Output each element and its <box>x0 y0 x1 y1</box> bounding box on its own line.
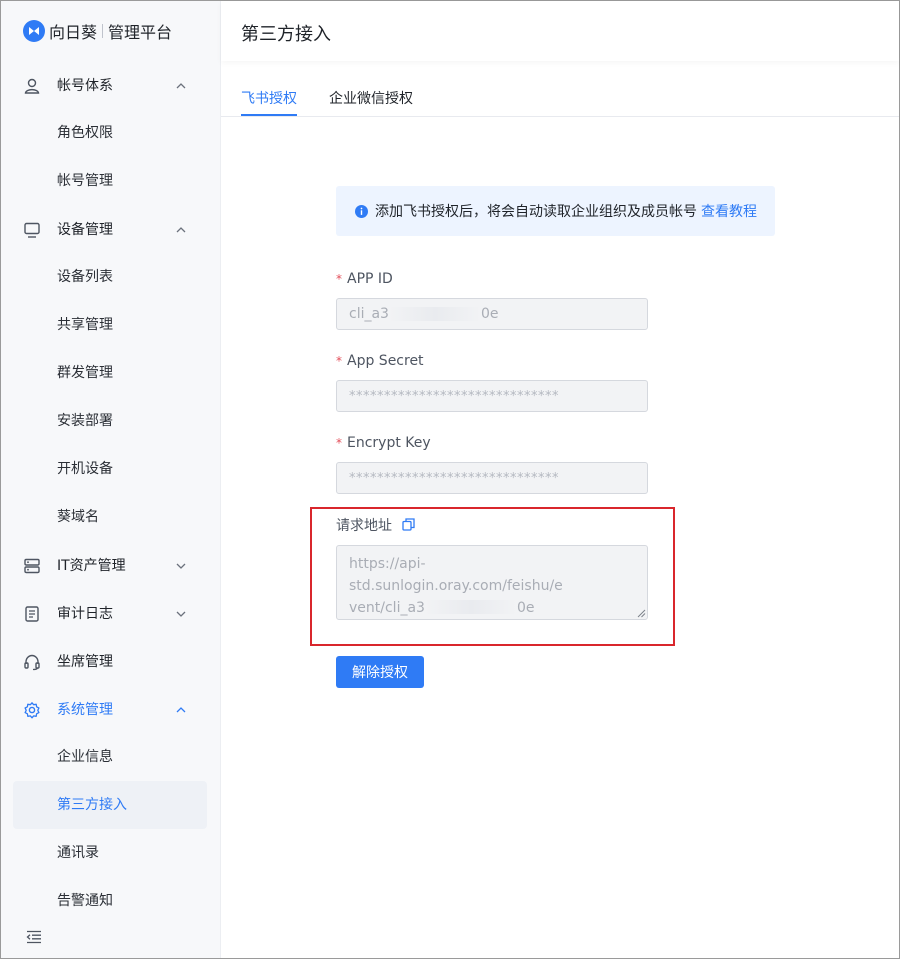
sidebar-item-label: 第三方接入 <box>57 797 127 813</box>
request-url-line-2-suffix: 0e <box>516 600 535 616</box>
sidebar-item-third-party[interactable]: 第三方接入 <box>13 781 207 829</box>
sidebar-item-label: 角色权限 <box>57 125 113 141</box>
sidebar-group-label: 帐号体系 <box>57 78 113 94</box>
sidebar-item-role-permissions[interactable]: 角色权限 <box>1 113 221 153</box>
user-icon <box>24 78 40 94</box>
sidebar-group-audit[interactable]: 审计日志 <box>1 594 221 634</box>
page-header: 第三方接入 <box>221 1 899 61</box>
tab-wecom[interactable]: 企业微信授权 <box>329 88 413 108</box>
request-url-line-2-prefix: vent/cli_a3 <box>349 600 425 616</box>
sidebar-group-label: 坐席管理 <box>57 654 113 670</box>
sidebar-item-boot-devices[interactable]: 开机设备 <box>1 449 221 489</box>
required-mark: * <box>336 272 342 286</box>
main-content: 第三方接入 飞书授权 企业微信授权 添加飞书授权后，将会自动读取企业组织及成员帐… <box>221 1 899 958</box>
view-tutorial-link[interactable]: 查看教程 <box>701 201 757 221</box>
sidebar: 向日葵 管理平台 帐号体系 角色权限 帐号管理 设备管理 设备列表 共享管理 群… <box>1 1 221 958</box>
app-id-value-prefix: cli_a3 <box>349 306 389 322</box>
document-icon <box>25 606 39 622</box>
info-icon <box>355 204 368 218</box>
tab-bar: 飞书授权 企业微信授权 <box>221 76 899 117</box>
sidebar-item-broadcast-management[interactable]: 群发管理 <box>1 353 221 393</box>
sidebar-item-label: 告警通知 <box>57 893 113 909</box>
sidebar-item-label: 开机设备 <box>57 461 113 477</box>
monitor-icon <box>24 222 40 238</box>
sidebar-item-alert-notification[interactable]: 告警通知 <box>1 881 221 921</box>
app-secret-field[interactable]: ****************************** <box>336 380 648 412</box>
sidebar-item-account-management[interactable]: 帐号管理 <box>1 161 221 201</box>
request-url-line-1: https://api-std.sunlogin.oray.com/feishu… <box>349 556 563 594</box>
copy-icon[interactable] <box>402 518 416 531</box>
sidebar-item-contacts[interactable]: 通讯录 <box>1 833 221 873</box>
sidebar-item-label: 通讯录 <box>57 845 99 861</box>
request-url-line-2: vent/cli_a3 0e <box>349 597 635 619</box>
revoke-authorization-button[interactable]: 解除授权 <box>336 656 424 688</box>
sunflower-logo-icon <box>23 20 45 42</box>
encrypt-key-field[interactable]: ****************************** <box>336 462 648 494</box>
chevron-up-icon <box>176 707 186 713</box>
chevron-up-icon <box>176 83 186 89</box>
headset-icon <box>24 654 40 671</box>
sidebar-group-system[interactable]: 系统管理 <box>1 690 221 730</box>
sidebar-item-label: 帐号管理 <box>57 173 113 189</box>
sidebar-group-device[interactable]: 设备管理 <box>1 210 221 250</box>
redacted-blur <box>388 307 481 321</box>
sidebar-item-company-info[interactable]: 企业信息 <box>1 737 221 777</box>
collapse-sidebar-icon[interactable] <box>26 930 42 944</box>
request-url-label-text: 请求地址 <box>336 518 392 534</box>
app-id-field[interactable]: cli_a3 0e <box>336 298 648 330</box>
sidebar-group-label: 设备管理 <box>57 222 113 238</box>
app-id-value-suffix: 0e <box>480 306 499 322</box>
sidebar-group-label: 审计日志 <box>57 606 113 622</box>
app-secret-label: * App Secret <box>336 352 424 370</box>
sidebar-group-account[interactable]: 帐号体系 <box>1 66 221 106</box>
chevron-down-icon <box>176 611 186 617</box>
resize-handle-icon[interactable] <box>637 609 646 618</box>
request-url-textarea[interactable]: https://api-std.sunlogin.oray.com/feishu… <box>336 545 648 620</box>
sidebar-item-label: 葵域名 <box>57 509 99 525</box>
app-id-label-text: APP ID <box>347 271 393 287</box>
brand-name: 向日葵 <box>49 23 98 42</box>
sidebar-item-label: 共享管理 <box>57 317 113 333</box>
sidebar-group-seat[interactable]: 坐席管理 <box>1 642 221 682</box>
app-secret-label-text: App Secret <box>347 353 424 369</box>
app-id-label: * APP ID <box>336 270 393 288</box>
brand-subtitle: 管理平台 <box>108 23 173 42</box>
gear-icon <box>24 702 40 719</box>
required-mark: * <box>336 354 342 368</box>
tab-active-indicator <box>241 114 297 116</box>
chevron-down-icon <box>176 563 186 569</box>
sidebar-group-label: 系统管理 <box>57 702 113 718</box>
chevron-up-icon <box>176 227 186 233</box>
redacted-blur <box>424 600 517 614</box>
encrypt-key-label-text: Encrypt Key <box>347 435 431 451</box>
sidebar-item-label: 设备列表 <box>57 269 113 285</box>
sidebar-item-install-deploy[interactable]: 安装部署 <box>1 401 221 441</box>
sidebar-item-label: 企业信息 <box>57 749 113 765</box>
notice-text: 添加飞书授权后，将会自动读取企业组织及成员帐号 <box>375 204 697 220</box>
info-notice: 添加飞书授权后，将会自动读取企业组织及成员帐号 查看教程 <box>336 186 775 236</box>
sidebar-item-share-management[interactable]: 共享管理 <box>1 305 221 345</box>
request-url-label: 请求地址 <box>336 517 416 535</box>
encrypt-key-label: * Encrypt Key <box>336 434 431 452</box>
sidebar-group-label: IT资产管理 <box>57 558 126 574</box>
required-mark: * <box>336 436 342 450</box>
brand[interactable]: 向日葵 管理平台 <box>23 19 172 43</box>
sidebar-item-label: 安装部署 <box>57 413 113 429</box>
sidebar-item-label: 群发管理 <box>57 365 113 381</box>
sidebar-group-it-assets[interactable]: IT资产管理 <box>1 546 221 586</box>
brand-divider <box>102 24 104 38</box>
tab-feishu[interactable]: 飞书授权 <box>241 88 297 108</box>
sidebar-item-device-list[interactable]: 设备列表 <box>1 257 221 297</box>
server-icon <box>24 558 40 574</box>
page-title: 第三方接入 <box>241 24 331 45</box>
sidebar-item-sunflower-domain[interactable]: 葵域名 <box>1 497 221 537</box>
